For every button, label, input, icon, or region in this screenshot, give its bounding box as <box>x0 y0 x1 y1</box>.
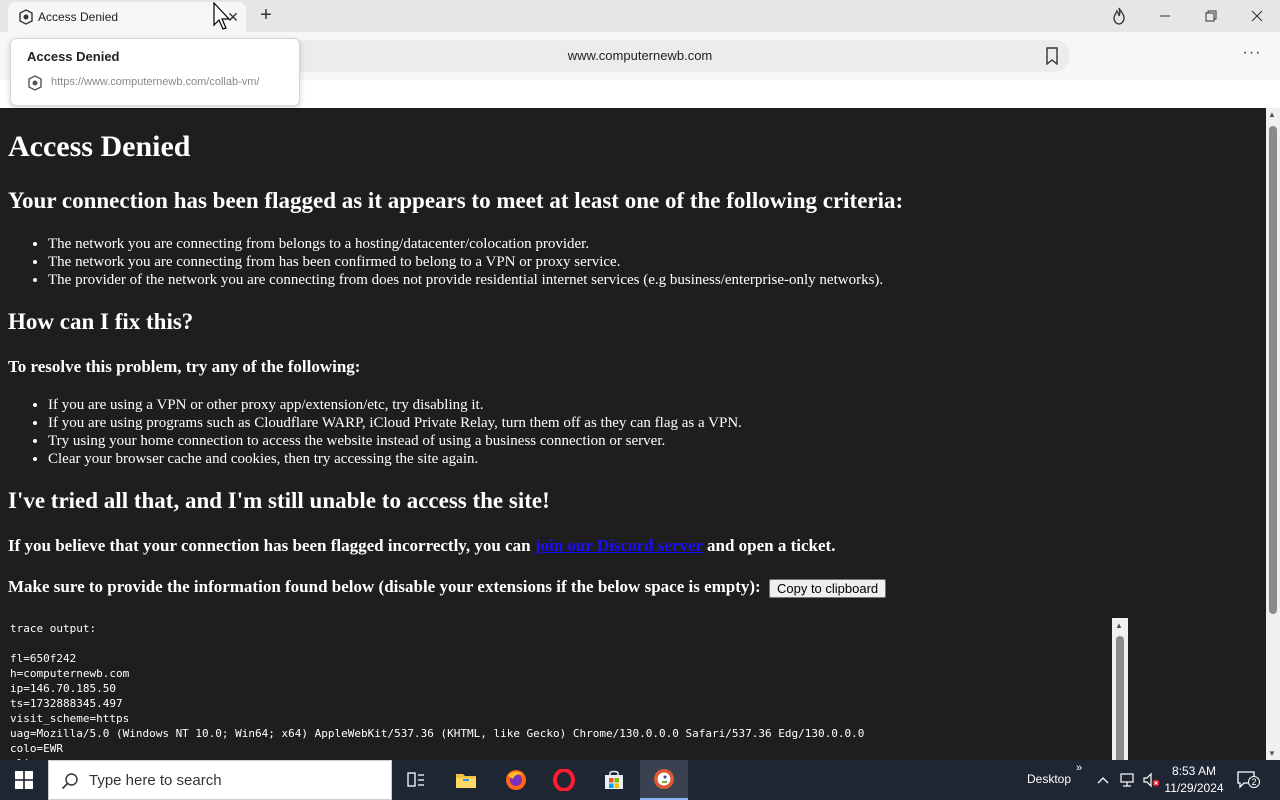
fix-heading: How can I fix this? <box>8 309 194 334</box>
site-favicon-icon <box>19 9 33 25</box>
tried-heading: I've tried all that, and I'm still unabl… <box>8 488 550 513</box>
hover-card-title: Access Denied <box>27 49 120 64</box>
tab-title: Access Denied <box>38 10 119 24</box>
trace-output-box[interactable]: trace output: fl=650f242 h=computernewb.… <box>0 618 1128 760</box>
file-explorer-button[interactable] <box>442 760 490 800</box>
address-text[interactable]: www.computernewb.com <box>210 48 1070 63</box>
notification-count-badge: 2 <box>1248 776 1260 788</box>
mouse-cursor-icon <box>213 2 231 30</box>
chevron-up-icon <box>1097 777 1109 784</box>
windows-logo-icon <box>15 771 33 789</box>
store-icon <box>605 770 623 789</box>
show-hidden-icons-button[interactable] <box>1094 760 1112 800</box>
opera-icon <box>553 769 575 791</box>
microsoft-store-button[interactable] <box>590 760 638 800</box>
tab-hover-card: Access Denied https://www.computernewb.c… <box>10 38 300 106</box>
resolve-heading: To resolve this problem, try any of the … <box>8 357 361 376</box>
volume-button[interactable] <box>1140 760 1162 800</box>
criteria-heading: Your connection has been flagged as it a… <box>8 188 904 213</box>
incorrect-flag-text: If you believe that your connection has … <box>8 536 835 556</box>
trace-scrollbar[interactable]: ▲ <box>1112 618 1128 760</box>
copy-to-clipboard-button[interactable]: Copy to clipboard <box>768 578 887 598</box>
browser-titlebar: Access Denied ✕ + <box>0 0 1280 32</box>
criteria-list: The network you are connecting from belo… <box>48 235 883 289</box>
folder-icon <box>456 774 476 788</box>
close-window-button[interactable] <box>1234 0 1280 32</box>
taskbar-search-box[interactable]: Type here to search <box>48 760 392 800</box>
network-status-button[interactable] <box>1116 760 1138 800</box>
scroll-up-icon[interactable]: ▲ <box>1115 621 1123 630</box>
incorrect-prefix: If you believe that your connection has … <box>8 536 535 555</box>
address-bar[interactable]: www.computernewb.com <box>210 40 1070 72</box>
list-item: If you are using a VPN or other proxy ap… <box>48 396 742 414</box>
notification-center-button[interactable]: 2 <box>1236 770 1260 790</box>
discord-link[interactable]: join our Discord server <box>535 536 703 555</box>
list-item: The network you are connecting from belo… <box>48 235 883 253</box>
list-item: Clear your browser cache and cookies, th… <box>48 450 742 468</box>
incorrect-suffix: and open a ticket. <box>702 536 836 555</box>
edge-copilot-icon[interactable] <box>1096 0 1142 32</box>
page-scroll-thumb[interactable] <box>1269 126 1277 614</box>
provide-info-label: Make sure to provide the information fou… <box>8 577 761 596</box>
system-clock[interactable]: 8:53 AM 11/29/2024 <box>1162 763 1226 797</box>
bookmark-icon[interactable] <box>1044 47 1060 65</box>
task-view-button[interactable] <box>392 760 440 800</box>
hover-card-url: https://www.computernewb.com/collab-vm/ <box>51 76 260 88</box>
firefox-icon <box>506 770 526 790</box>
scroll-down-icon[interactable]: ▼ <box>1268 749 1276 758</box>
provide-info-text: Make sure to provide the information fou… <box>8 577 887 598</box>
search-placeholder: Type here to search <box>89 772 222 789</box>
task-view-icon <box>407 772 424 787</box>
clock-date: 11/29/2024 <box>1164 781 1224 795</box>
list-item: The provider of the network you are conn… <box>48 271 883 289</box>
list-item: The network you are connecting from has … <box>48 253 883 271</box>
network-icon <box>1120 773 1134 787</box>
clock-time: 8:53 AM <box>1171 764 1217 778</box>
toolbar-expand-icon[interactable]: » <box>1076 762 1082 774</box>
duckduckgo-icon <box>654 769 674 789</box>
new-tab-button[interactable]: + <box>254 4 278 28</box>
restore-button[interactable] <box>1188 0 1234 32</box>
hover-card-favicon-icon <box>28 75 42 91</box>
minimize-button[interactable] <box>1142 0 1188 32</box>
search-icon <box>61 773 78 790</box>
fixes-list: If you are using a VPN or other proxy ap… <box>48 396 742 468</box>
page-content: Access Denied Your connection has been f… <box>0 108 1266 760</box>
trace-scroll-thumb[interactable] <box>1116 636 1124 760</box>
more-options-button[interactable]: ··· <box>1238 44 1266 68</box>
desktop-toolbar-label[interactable]: Desktop <box>1027 772 1071 786</box>
list-item: If you are using programs such as Cloudf… <box>48 414 742 432</box>
volume-muted-icon <box>1143 772 1160 788</box>
opera-button[interactable] <box>540 760 588 800</box>
firefox-button[interactable] <box>492 760 540 800</box>
list-item: Try using your home connection to access… <box>48 432 742 450</box>
trace-output-text: trace output: fl=650f242 h=computernewb.… <box>10 622 865 760</box>
page-scrollbar[interactable]: ▲ ▼ <box>1266 108 1280 760</box>
page-title: Access Denied <box>8 130 191 163</box>
scroll-up-icon[interactable]: ▲ <box>1268 110 1276 119</box>
tab-access-denied[interactable]: Access Denied ✕ <box>8 2 246 32</box>
start-button[interactable] <box>0 760 48 800</box>
duckduckgo-button[interactable] <box>640 760 688 800</box>
windows-taskbar: Type here to search Desktop » 8:53 AM 11… <box>0 760 1280 800</box>
